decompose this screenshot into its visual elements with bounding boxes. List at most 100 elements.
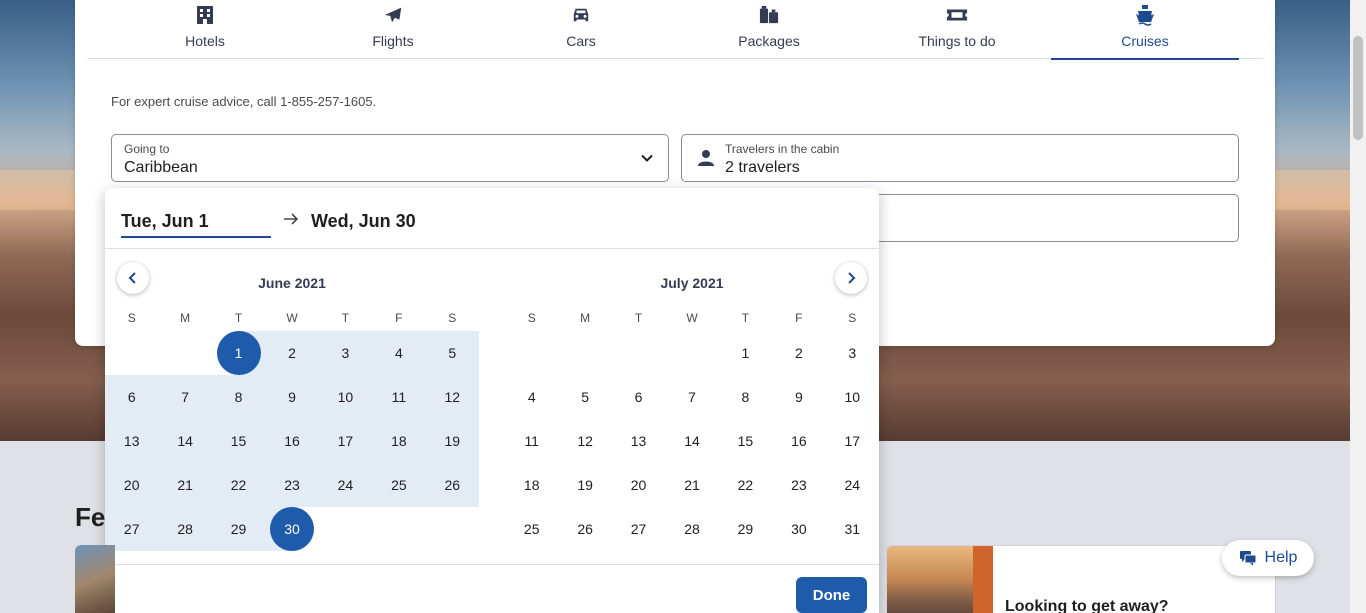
featured-image[interactable] <box>75 545 115 613</box>
calendar-day[interactable]: 20 <box>612 463 665 507</box>
calendar-day[interactable]: 7 <box>158 375 212 419</box>
calendar-day[interactable]: 28 <box>665 507 718 551</box>
calendar-day[interactable]: 15 <box>719 419 772 463</box>
help-button[interactable]: Help <box>1222 540 1314 576</box>
calendar-day-number: 25 <box>523 521 540 537</box>
calendar-day[interactable]: 6 <box>612 375 665 419</box>
tab-cars[interactable]: Cars <box>487 0 675 59</box>
calendar-day-number: 6 <box>634 389 643 405</box>
calendar-day[interactable]: 9 <box>265 375 319 419</box>
calendar-day[interactable]: 30 <box>772 507 825 551</box>
start-date[interactable]: Tue, Jun 1 <box>121 208 271 238</box>
calendar-day-number: 4 <box>527 389 536 405</box>
calendar-day[interactable]: 19 <box>425 419 479 463</box>
scrollbar-thumb[interactable] <box>1353 36 1363 140</box>
calendar-day-number: 15 <box>230 433 247 449</box>
calendar-day[interactable]: 21 <box>158 463 212 507</box>
calendar-day[interactable]: 14 <box>158 419 212 463</box>
calendar-day[interactable]: 8 <box>211 375 266 419</box>
weekday-header: T <box>234 311 243 325</box>
calendar-day[interactable]: 2 <box>772 331 825 375</box>
calendar-day[interactable]: 30 <box>265 507 319 551</box>
tab-cruises[interactable]: Cruises <box>1051 0 1239 60</box>
tab-label: Packages <box>738 33 800 49</box>
going-to-field[interactable]: Going to Caribbean <box>111 134 669 182</box>
calendar-day[interactable]: 11 <box>505 419 558 463</box>
calendar-day[interactable]: 26 <box>558 507 611 551</box>
weekday-header: F <box>795 311 803 325</box>
calendar-day-number: 5 <box>581 389 590 405</box>
calendar-day[interactable]: 23 <box>265 463 319 507</box>
end-date[interactable]: Wed, Jun 30 <box>311 211 416 232</box>
calendar-day[interactable]: 7 <box>665 375 718 419</box>
calendar-day[interactable]: 19 <box>558 463 611 507</box>
tab-flights[interactable]: Flights <box>299 0 487 59</box>
weekday-header: S <box>127 311 136 325</box>
calendar-day-number: 5 <box>448 345 457 361</box>
calendar-day[interactable]: 31 <box>826 507 879 551</box>
calendar-empty-cell <box>612 331 665 375</box>
calendar-day[interactable]: 2 <box>265 331 319 375</box>
calendar-day[interactable]: 23 <box>772 463 825 507</box>
calendar-day[interactable]: 26 <box>425 463 479 507</box>
calendar-day[interactable]: 29 <box>719 507 772 551</box>
calendar-day[interactable]: 15 <box>211 419 266 463</box>
calendar-day[interactable]: 3 <box>826 331 879 375</box>
calendar-day[interactable]: 18 <box>505 463 558 507</box>
calendar-day-number: 23 <box>791 477 807 493</box>
promo-title: Looking to get away? <box>1005 598 1169 613</box>
travelers-field[interactable]: Travelers in the cabin 2 travelers <box>681 134 1239 182</box>
tab-things-to-do[interactable]: Things to do <box>863 0 1051 59</box>
calendar-day-number: 30 <box>791 521 807 537</box>
calendar-day[interactable]: 17 <box>826 419 879 463</box>
calendar-day[interactable]: 12 <box>558 419 611 463</box>
calendar-day[interactable]: 24 <box>318 463 373 507</box>
tab-label: Cruises <box>1121 33 1169 49</box>
done-button[interactable]: Done <box>796 577 867 613</box>
weekday-header: W <box>286 311 298 325</box>
calendar-day[interactable]: 4 <box>505 375 558 419</box>
calendar-day[interactable]: 28 <box>158 507 212 551</box>
weekday-header: F <box>395 311 403 325</box>
calendar-day[interactable]: 1 <box>719 331 772 375</box>
calendar-day[interactable]: 21 <box>665 463 718 507</box>
calendar-day[interactable]: 22 <box>719 463 772 507</box>
calendar-day[interactable]: 11 <box>372 375 426 419</box>
calendar-day[interactable]: 17 <box>318 419 373 463</box>
luggage-icon <box>758 4 780 26</box>
calendar-day[interactable]: 10 <box>318 375 373 419</box>
promo-card[interactable]: Looking to get away? <box>886 545 1276 613</box>
help-label: Help <box>1264 549 1298 566</box>
calendar-day[interactable]: 5 <box>425 331 479 375</box>
tab-hotels[interactable]: Hotels <box>111 0 299 59</box>
calendar-day[interactable]: 3 <box>318 331 373 375</box>
tab-packages[interactable]: Packages <box>675 0 863 59</box>
calendar-day[interactable]: 9 <box>772 375 825 419</box>
calendar-day[interactable]: 16 <box>265 419 319 463</box>
calendar-day[interactable]: 14 <box>665 419 718 463</box>
calendar-day-number: 18 <box>391 433 407 449</box>
calendar-day[interactable]: 22 <box>211 463 266 507</box>
calendar-day[interactable]: 10 <box>826 375 879 419</box>
calendar-day[interactable]: 25 <box>372 463 426 507</box>
calendar-day[interactable]: 24 <box>826 463 879 507</box>
calendar-day[interactable]: 5 <box>558 375 611 419</box>
calendar-day[interactable]: 29 <box>211 507 266 551</box>
calendar-day[interactable]: 20 <box>105 463 159 507</box>
month-june: June 2021 SMTWTFS 1 2 3 4 5 6 7 8 9 10 11 12 13 14 15 1… <box>105 275 479 551</box>
calendar-day[interactable]: 6 <box>105 375 159 419</box>
calendar-day[interactable]: 18 <box>372 419 426 463</box>
calendar-day-number: 8 <box>234 389 243 405</box>
scrollbar[interactable] <box>1350 0 1366 613</box>
calendar-day[interactable]: 12 <box>425 375 479 419</box>
calendar-day[interactable]: 13 <box>612 419 665 463</box>
calendar-day[interactable]: 8 <box>719 375 772 419</box>
calendar-day[interactable]: 1 <box>211 331 266 375</box>
calendar-day[interactable]: 27 <box>612 507 665 551</box>
calendar-day[interactable]: 4 <box>372 331 426 375</box>
calendar-day[interactable]: 13 <box>105 419 159 463</box>
calendar-day[interactable]: 16 <box>772 419 825 463</box>
calendar-day-number: 12 <box>577 433 593 449</box>
travelers-label: Travelers in the cabin <box>725 142 840 156</box>
calendar-day[interactable]: 25 <box>505 507 558 551</box>
